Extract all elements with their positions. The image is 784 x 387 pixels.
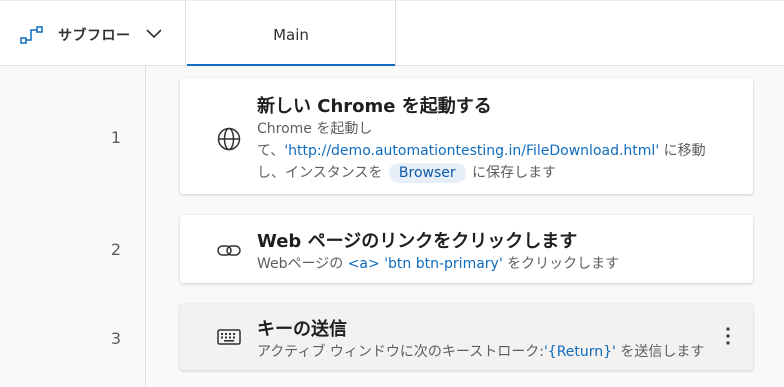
action-description: Webページの <a> 'btn btn-primary' をクリックします xyxy=(257,253,727,275)
desc-text: に保存します xyxy=(467,165,557,181)
variable-pill-browser[interactable]: Browser xyxy=(388,163,466,183)
top-toolbar: サブフロー Main xyxy=(0,0,784,67)
globe-icon xyxy=(217,127,241,151)
tab-main-label: Main xyxy=(273,26,309,44)
tab-main[interactable]: Main xyxy=(187,1,396,67)
action-title: Web ページのリンクをクリックします xyxy=(257,231,578,252)
url-value: 'http://demo.automationtesting.in/FileDo… xyxy=(284,143,660,159)
desc-text: をクリックします xyxy=(502,256,620,272)
action-title: キーの送信 xyxy=(257,319,347,340)
action-card-send-keys[interactable]: キーの送信 アクティブ ウィンドウに次のキーストローク:'{Return}' を… xyxy=(180,304,753,370)
line-number-1: 1 xyxy=(110,128,122,147)
action-description: Chrome を起動して、'http://demo.automationtest… xyxy=(257,118,727,184)
desc-text: Webページの xyxy=(257,256,348,272)
chevron-down-icon[interactable] xyxy=(144,28,164,40)
line-number-2: 2 xyxy=(110,240,122,259)
subflow-icon xyxy=(20,26,43,44)
action-description: アクティブ ウィンドウに次のキーストローク:'{Return}' を送信します xyxy=(257,341,727,363)
action-card-launch-chrome[interactable]: 新しい Chrome を起動する Chrome を起動して、'http://de… xyxy=(180,78,753,194)
desc-text: アクティブ ウィンドウに次のキーストローク: xyxy=(257,344,544,360)
link-icon xyxy=(217,245,241,256)
subflow-label: サブフロー xyxy=(58,28,131,44)
line-number-3: 3 xyxy=(110,329,122,348)
keyboard-icon xyxy=(217,329,241,345)
action-card-click-link[interactable]: Web ページのリンクをクリックします Webページの <a> 'btn btn… xyxy=(180,215,753,283)
keys-value: '{Return}' xyxy=(543,344,616,360)
element-value: <a> 'btn btn-primary' xyxy=(347,256,503,272)
more-options-icon[interactable] xyxy=(725,326,731,346)
action-title: 新しい Chrome を起動する xyxy=(257,96,492,117)
desc-text: を送信します xyxy=(615,344,705,360)
subflow-dropdown[interactable]: サブフロー xyxy=(0,1,186,66)
